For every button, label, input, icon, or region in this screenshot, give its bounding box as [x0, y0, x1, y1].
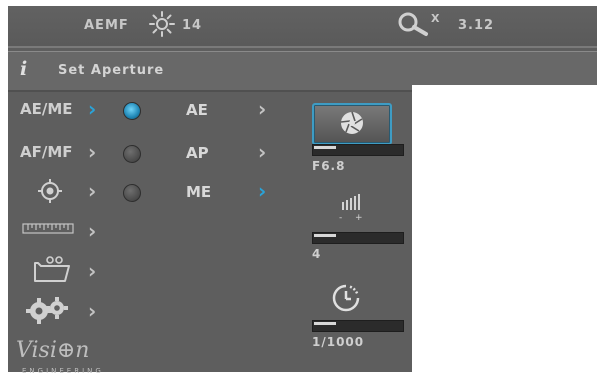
menu-item-ae-me[interactable]: AE/ME: [20, 100, 73, 118]
info-title: Set Aperture: [58, 63, 165, 78]
vision-engineering-logo: Visi⊕n: [16, 338, 90, 363]
mode-radio-ae[interactable]: [123, 102, 141, 120]
chevron-right-icon[interactable]: ›: [88, 301, 96, 321]
zoom-x-label: X: [431, 12, 441, 25]
shutter-level-fill: [314, 322, 336, 325]
mode-label: AEMF: [84, 18, 129, 33]
mode-label-me[interactable]: ME: [186, 183, 211, 201]
aperture-icon: [340, 111, 363, 134]
chevron-right-icon[interactable]: ›: [88, 261, 96, 281]
aperture-level-bar[interactable]: [312, 144, 404, 156]
preview-area: [412, 85, 597, 372]
shutter-level-bar[interactable]: [312, 320, 404, 332]
mode-label-ap[interactable]: AP: [186, 144, 209, 162]
mode-radio-me[interactable]: [123, 184, 141, 202]
mode-radio-ap[interactable]: [123, 145, 141, 163]
shutter-value: 1/1000: [312, 335, 365, 349]
mode-label-ae[interactable]: AE: [186, 101, 208, 119]
exposure-level-bar[interactable]: [312, 232, 404, 244]
aperture-button[interactable]: [312, 103, 392, 145]
brightness-value: 14: [182, 18, 203, 33]
ruler-icon[interactable]: [22, 222, 74, 236]
exposure-value: 4: [312, 247, 322, 261]
folder-icon[interactable]: [32, 254, 72, 284]
svg-text:-: -: [339, 213, 342, 222]
aperture-level-fill: [314, 146, 336, 149]
chevron-right-icon[interactable]: ›: [88, 142, 96, 162]
brightness-icon[interactable]: [149, 11, 175, 37]
chevron-right-icon[interactable]: ›: [88, 99, 96, 119]
exposure-bars-icon[interactable]: - +: [336, 192, 366, 222]
zoom-value: 3.12: [458, 18, 495, 33]
target-icon[interactable]: [37, 178, 63, 204]
aperture-value: F6.8: [312, 159, 346, 173]
menu-item-af-mf[interactable]: AF/MF: [20, 143, 73, 161]
zoom-icon[interactable]: [397, 11, 429, 37]
logo-subtitle: ENGINEERING: [22, 367, 104, 375]
gears-icon[interactable]: [26, 294, 70, 324]
shutter-timer-icon[interactable]: [330, 282, 362, 314]
top-status-bar: AEMF 14 X 3.12: [8, 6, 597, 48]
info-icon: i: [20, 58, 28, 80]
chevron-right-icon[interactable]: ›: [88, 221, 96, 241]
chevron-right-icon[interactable]: ›: [258, 99, 266, 119]
chevron-right-icon[interactable]: ›: [258, 142, 266, 162]
chevron-right-icon[interactable]: ›: [88, 181, 96, 201]
svg-text:+: +: [355, 213, 363, 222]
chevron-right-icon[interactable]: ›: [258, 181, 266, 201]
exposure-level-fill: [314, 234, 336, 237]
